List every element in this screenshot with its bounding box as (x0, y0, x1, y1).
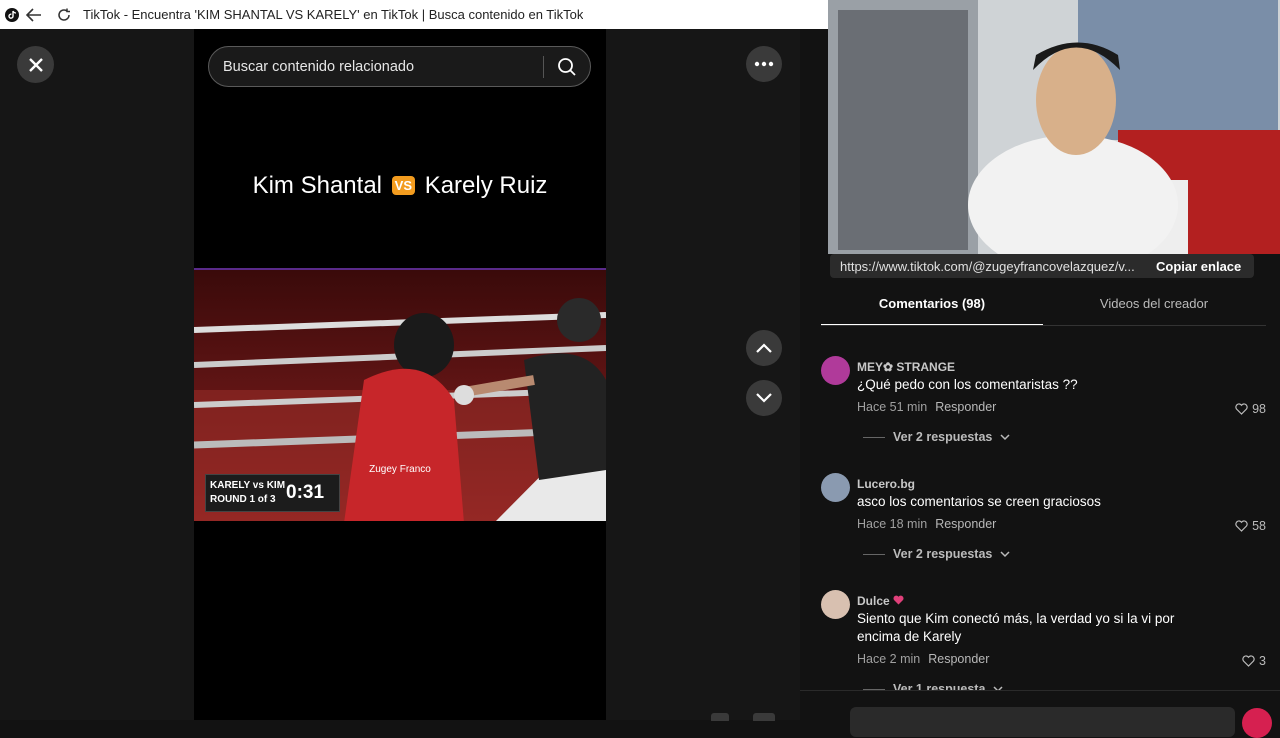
search-input[interactable] (223, 58, 543, 75)
score-matchup: KARELY vs KIM (210, 480, 286, 491)
comment-username[interactable]: Dulce (857, 594, 904, 608)
like-button[interactable]: 3 (1242, 654, 1266, 668)
view-replies-button[interactable]: Ver 2 respuestas (863, 430, 1010, 444)
like-count: 3 (1259, 654, 1266, 668)
chevron-down-icon (1000, 433, 1010, 440)
avatar[interactable] (821, 590, 850, 619)
creator-watermark: Zugey Franco (369, 464, 431, 475)
video-caption-title: Kim Shantal VS Karely Ruiz (194, 172, 606, 200)
tiktok-logo-icon (5, 7, 19, 22)
share-link-row: https://www.tiktok.com/@zugeyfrancovelaz… (830, 254, 1254, 278)
like-button[interactable]: 58 (1235, 519, 1266, 533)
comment-text: Siento que Kim conectó más, la verdad yo… (857, 611, 1175, 644)
player-controls-partial[interactable] (705, 708, 785, 723)
view-replies-label: Ver 2 respuestas (893, 430, 993, 444)
more-dots-icon (754, 61, 774, 67)
heart-icon (1235, 403, 1248, 415)
close-button[interactable] (17, 46, 54, 83)
chevron-up-icon (756, 343, 772, 353)
comment-meta: Hace 51 min Responder (857, 400, 996, 414)
previous-video-button[interactable] (746, 330, 782, 366)
comment-time: Hace 2 min (857, 652, 921, 666)
tab-comments[interactable]: Comentarios (98) (821, 296, 1043, 326)
heart-icon (1242, 655, 1255, 667)
video-url: https://www.tiktok.com/@zugeyfrancovelaz… (840, 258, 1135, 274)
webcam-overlay-image (828, 0, 1280, 254)
window-title: TikTok - Encuentra 'KIM SHANTAL VS KAREL… (83, 7, 584, 22)
like-count: 98 (1252, 402, 1266, 416)
comment-text: asco los comentarios se creen graciosos (857, 494, 1101, 509)
reply-button[interactable]: Responder (928, 652, 989, 666)
back-arrow-icon[interactable] (19, 0, 49, 29)
comment-meta: Hace 2 min Responder (857, 652, 989, 666)
comment-username[interactable]: Lucero.bg (857, 477, 915, 491)
comment-time: Hace 18 min (857, 517, 928, 531)
comment-meta: Hace 18 min Responder (857, 517, 996, 531)
tab-creator-videos[interactable]: Videos del creador (1043, 296, 1265, 326)
title-right: Karely Ruiz (424, 172, 548, 199)
post-comment-button[interactable] (1242, 708, 1272, 738)
search-icon[interactable] (544, 47, 589, 86)
fight-timer: 0:31 (286, 482, 325, 503)
chevron-down-icon (1000, 550, 1010, 557)
more-options-button[interactable] (746, 46, 782, 82)
heart-emoji-icon (893, 595, 904, 605)
add-comment-input[interactable] (850, 707, 1235, 737)
tab-divider (821, 325, 1266, 326)
avatar[interactable] (821, 473, 850, 502)
avatar[interactable] (821, 356, 850, 385)
comment-text: ¿Qué pedo con los comentaristas ?? (857, 377, 1078, 392)
view-replies-button[interactable]: Ver 2 respuestas (863, 547, 1010, 561)
browser-title-bar: TikTok - Encuentra 'KIM SHANTAL VS KAREL… (0, 0, 828, 29)
score-round: ROUND 1 of 3 (210, 494, 276, 505)
comment-item: Dulce Siento que Kim conectó más, la ver… (821, 590, 1276, 700)
next-video-button[interactable] (746, 380, 782, 416)
comment-time: Hace 51 min (857, 400, 928, 414)
copy-link-button[interactable]: Copiar enlace (1156, 259, 1241, 274)
comment-username[interactable]: MEY✿ STRANGE (857, 360, 955, 374)
comment-username-text: Dulce (857, 594, 890, 608)
related-search-bar (208, 46, 591, 87)
chevron-down-icon (756, 393, 772, 403)
comment-item: Lucero.bg asco los comentarios se creen … (821, 473, 1276, 565)
like-button[interactable]: 98 (1235, 402, 1266, 416)
vs-badge: VS (391, 176, 416, 195)
heart-icon (1235, 520, 1248, 532)
close-icon (28, 57, 43, 72)
title-left: Kim Shantal (252, 172, 382, 199)
like-count: 58 (1252, 519, 1266, 533)
reply-button[interactable]: Responder (935, 400, 996, 414)
fight-score-overlay: KARELY vs KIM ROUND 1 of 3 0:31 (205, 474, 340, 512)
refresh-icon[interactable] (49, 0, 79, 29)
view-replies-label: Ver 2 respuestas (893, 547, 993, 561)
reply-button[interactable]: Responder (935, 517, 996, 531)
comment-item: MEY✿ STRANGE ¿Qué pedo con los comentari… (821, 356, 1276, 448)
